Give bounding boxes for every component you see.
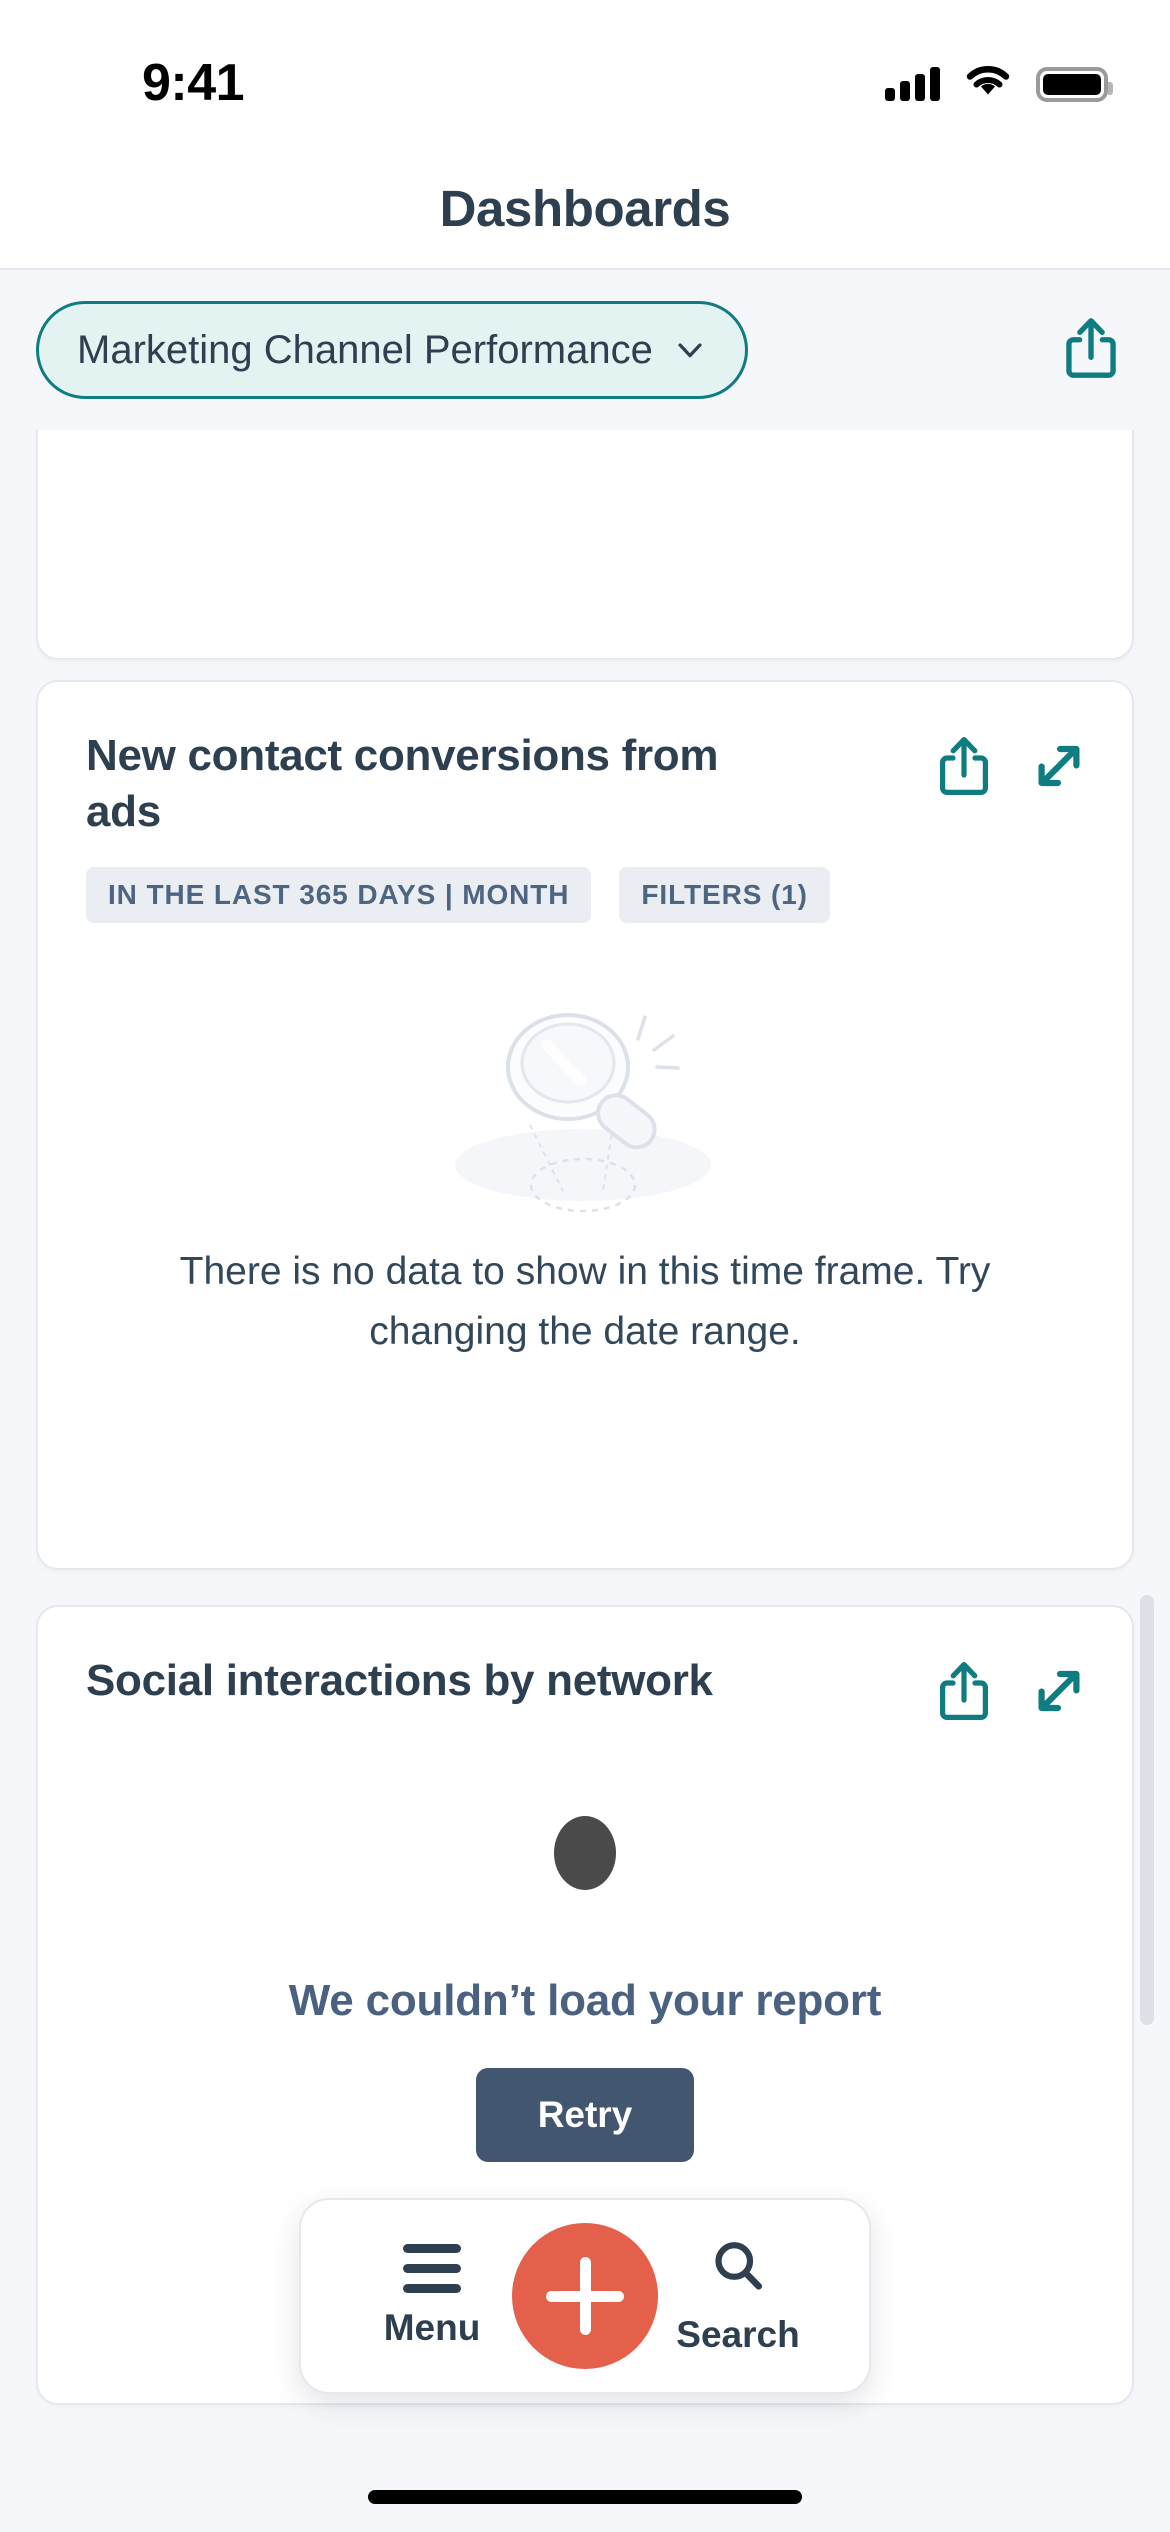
error-state-message: We couldn’t load your report: [288, 1976, 882, 2025]
page-title: Dashboards: [439, 179, 731, 237]
nav-item-menu-label: Menu: [383, 2306, 481, 2348]
status-bar: 9:41: [0, 0, 1170, 148]
bottom-navigation-bar: Menu Search: [299, 2198, 871, 2394]
empty-state-message: There is no data to show in this time fr…: [179, 1249, 991, 1354]
dashboard-selector-label: Marketing Channel Performance: [77, 327, 653, 372]
retry-button[interactable]: Retry: [475, 2068, 695, 2162]
expand-diagonal-icon[interactable]: [1030, 737, 1088, 800]
empty-state: There is no data to show in this time fr…: [38, 923, 1132, 1363]
date-range-badge[interactable]: IN THE LAST 365 DAYS | MONTH: [86, 866, 592, 923]
card-badges: IN THE LAST 365 DAYS | MONTH FILTERS (1): [38, 841, 1132, 923]
card-actions: [936, 728, 1088, 803]
dashboard-selector-row: Marketing Channel Performance: [0, 270, 1170, 430]
nav-item-menu[interactable]: Menu: [357, 2243, 507, 2349]
status-bar-icons: [885, 64, 1113, 105]
home-indicator: [368, 2490, 802, 2504]
nav-header: Dashboards: [0, 148, 1170, 270]
status-bar-time: 9:41: [142, 54, 245, 112]
error-state-illustration: [554, 1816, 616, 1890]
share-dashboard-button[interactable]: [1062, 315, 1120, 386]
error-state: We couldn’t load your report Retry: [38, 1728, 1132, 2162]
filters-badge[interactable]: FILTERS (1): [619, 866, 830, 923]
chevron-down-icon: [673, 333, 707, 367]
card-header: Social interactions by network: [38, 1607, 1132, 1728]
dashboard-selector-dropdown[interactable]: Marketing Channel Performance: [36, 301, 748, 399]
card-title: Social interactions by network: [86, 1656, 713, 1705]
magnifying-glass-empty-state-illustration: [435, 995, 735, 1220]
cellular-signal-icon: [885, 67, 940, 101]
battery-full-icon: [1036, 66, 1113, 102]
create-button[interactable]: [512, 2223, 658, 2369]
share-icon[interactable]: [936, 734, 992, 803]
hamburger-menu-icon: [403, 2243, 461, 2293]
card-actions: [936, 1653, 1088, 1728]
plus-icon-vertical: [579, 2257, 591, 2335]
search-icon: [709, 2237, 767, 2300]
share-icon[interactable]: [936, 1659, 992, 1728]
card-header: New contact conversions from ads: [38, 682, 1132, 841]
dashboard-card-partial[interactable]: [36, 430, 1134, 660]
nav-item-search-label: Search: [676, 2313, 800, 2355]
dashboard-card-new-contact-conversions[interactable]: New contact conversions from ads IN THE …: [36, 680, 1134, 1570]
card-title: New contact conversions from ads: [86, 731, 719, 837]
expand-diagonal-icon[interactable]: [1030, 1662, 1088, 1725]
wifi-icon: [964, 64, 1012, 105]
nav-item-search[interactable]: Search: [663, 2237, 813, 2356]
vertical-scrollbar[interactable]: [1140, 1595, 1154, 2025]
